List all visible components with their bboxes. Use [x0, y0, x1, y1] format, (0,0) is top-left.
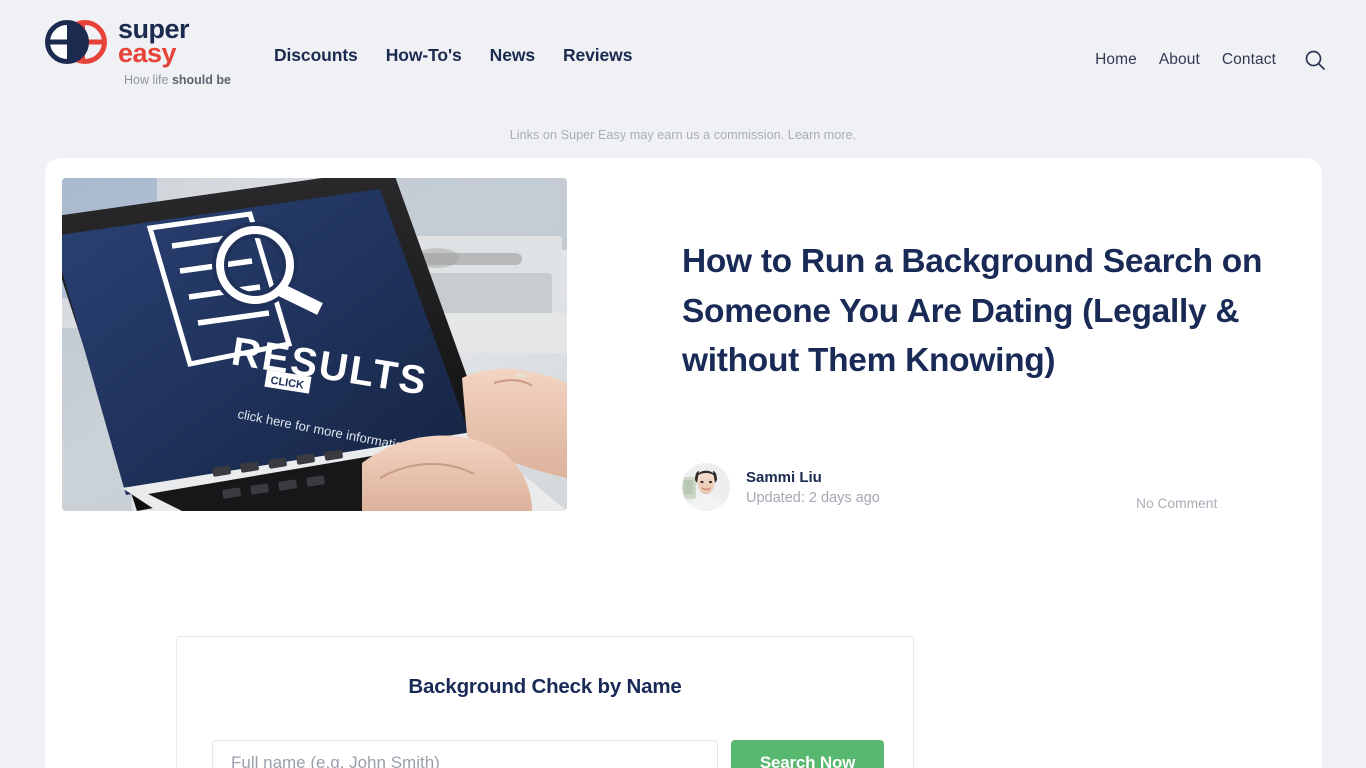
search-icon[interactable]: [1302, 47, 1328, 73]
affiliate-disclosure: Links on Super Easy may earn us a commis…: [509, 128, 857, 142]
nav-item-contact[interactable]: Contact: [1222, 51, 1276, 69]
article-title: How to Run a Background Search on Someon…: [682, 243, 1263, 380]
search-now-button[interactable]: Search Now: [731, 740, 884, 768]
background-check-form-title: Background Check by Name: [408, 675, 682, 698]
background-check-form: Background Check by Name Search Now: [176, 636, 914, 768]
nav-item-home[interactable]: Home: [1095, 51, 1137, 69]
tagline-bold: should be: [171, 72, 231, 87]
article-byline: Sammi Liu Updated: 2 days ago: [682, 463, 880, 511]
nav-item-reviews[interactable]: Reviews: [563, 45, 632, 66]
primary-navigation: Discounts How-To's News Reviews: [274, 45, 632, 66]
superEasy-double-e-logo-icon: [42, 19, 110, 64]
byline-text: Sammi Liu Updated: 2 days ago: [746, 469, 880, 506]
background-check-form-row: Search Now: [212, 740, 884, 768]
logo-word-easy: easy: [118, 37, 177, 68]
site-logo[interactable]: super easy How life should be: [42, 16, 232, 98]
secondary-navigation: Home About Contact: [1095, 47, 1328, 73]
author-name[interactable]: Sammi Liu: [746, 469, 880, 486]
logo-wordmark: super easy: [118, 16, 190, 68]
logo-row: super easy: [42, 16, 232, 68]
site-header: super easy How life should be Discounts …: [0, 0, 1366, 115]
author-avatar[interactable]: [682, 463, 730, 511]
logo-tagline: How life should be: [124, 73, 232, 87]
nav-item-about[interactable]: About: [1159, 51, 1200, 69]
nav-item-discounts[interactable]: Discounts: [274, 45, 358, 66]
article-hero-image: RESULTS CLICK click here for more inform…: [62, 178, 567, 511]
tagline-prefix: How life: [124, 72, 172, 87]
full-name-input[interactable]: [212, 740, 718, 768]
comment-count[interactable]: No Comment: [1136, 496, 1217, 511]
article-updated-date: Updated: 2 days ago: [746, 489, 880, 506]
page-root: super easy How life should be Discounts …: [0, 0, 1366, 768]
nav-item-news[interactable]: News: [490, 45, 535, 66]
article-card: RESULTS CLICK click here for more inform…: [45, 158, 1322, 768]
nav-item-how-tos[interactable]: How-To's: [386, 45, 462, 66]
